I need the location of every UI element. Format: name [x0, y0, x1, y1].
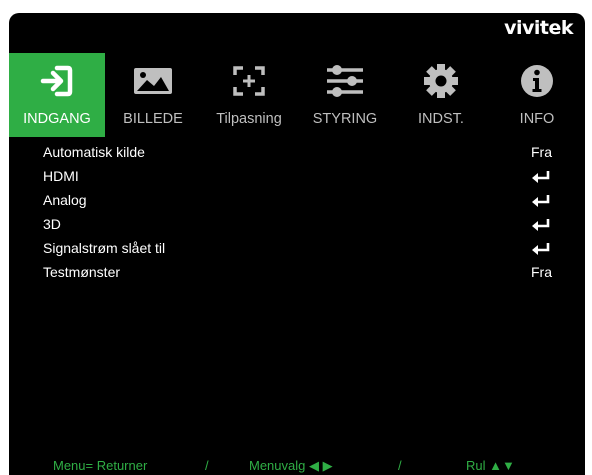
- tab-indgang[interactable]: INDGANG: [9, 53, 105, 137]
- menu-item-label: 3D: [43, 216, 61, 232]
- tab-label: INDGANG: [23, 111, 91, 127]
- tab-billede[interactable]: BILLEDE: [105, 53, 201, 137]
- sliders-icon: [297, 61, 393, 101]
- menu-item-label: HDMI: [43, 168, 79, 184]
- footer-separator: /: [398, 458, 402, 473]
- menu-item-label: Automatisk kilde: [43, 144, 145, 160]
- menu-item-analog[interactable]: Analog: [9, 189, 585, 213]
- info-icon: [489, 61, 585, 101]
- tab-label: BILLEDE: [123, 111, 183, 127]
- footer-separator: /: [205, 458, 209, 473]
- brand-logo: vivitek: [504, 17, 573, 39]
- footer-hints: Menu= Returner / Menuvalg ◀ ▶ / Rul ▲▼: [9, 455, 585, 475]
- tab-info[interactable]: INFO: [489, 53, 585, 137]
- menu-item-auto-source[interactable]: Automatisk kilde Fra: [9, 141, 585, 165]
- left-right-arrows-icon: ◀ ▶: [309, 458, 333, 473]
- menu-item-label: Signalstrøm slået til: [43, 240, 166, 256]
- menu-item-value: Fra: [531, 144, 552, 160]
- tab-label: Tilpasning: [216, 111, 282, 127]
- tab-label: STYRING: [312, 111, 378, 127]
- footer-select-hint: Menuvalg ◀ ▶: [249, 458, 333, 474]
- enter-icon: [531, 170, 551, 187]
- menu-item-3d[interactable]: 3D: [9, 213, 585, 237]
- tab-label: INDST.: [418, 111, 464, 127]
- tab-tilpasning[interactable]: Tilpasning: [201, 53, 297, 137]
- display-adjust-icon: [201, 61, 297, 101]
- up-down-arrows-icon: ▲▼: [489, 458, 515, 473]
- footer-scroll-hint: Rul ▲▼: [466, 458, 515, 473]
- tab-bar: INDGANG BILLEDE Tilpasning STYRING INDST…: [9, 53, 585, 137]
- footer-select-label: Menuvalg: [249, 458, 306, 473]
- menu-item-label: Analog: [43, 192, 87, 208]
- picture-icon: [105, 61, 201, 101]
- tab-styring[interactable]: STYRING: [297, 53, 393, 137]
- enter-icon: [531, 218, 551, 235]
- top-bar: vivitek: [9, 13, 585, 47]
- tab-indst[interactable]: INDST.: [393, 53, 489, 137]
- enter-icon: [531, 242, 551, 259]
- menu-item-signal-power-on[interactable]: Signalstrøm slået til: [9, 237, 585, 261]
- menu-item-test-pattern[interactable]: Testmønster Fra: [9, 261, 585, 285]
- tab-label: INFO: [519, 111, 555, 127]
- menu-item-label: Testmønster: [43, 264, 121, 280]
- footer-scroll-label: Rul: [466, 458, 486, 473]
- menu-item-value: Fra: [531, 264, 552, 280]
- footer-menu-hint: Menu= Returner: [53, 458, 148, 473]
- menu-item-hdmi[interactable]: HDMI: [9, 165, 585, 189]
- enter-icon: [531, 194, 551, 211]
- input-arrow-icon: [9, 61, 105, 101]
- gear-icon: [393, 61, 489, 101]
- osd-menu: vivitek INDGANG BILLEDE Tilpasning STYRI…: [9, 13, 585, 475]
